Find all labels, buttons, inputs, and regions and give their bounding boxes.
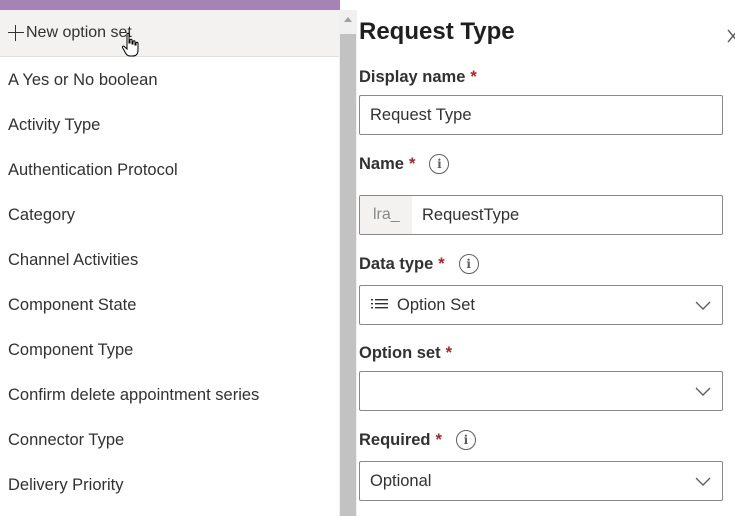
option-set-list: A Yes or No boolean Activity Type Authen… bbox=[0, 58, 338, 508]
new-option-set-label: New option set bbox=[26, 24, 132, 41]
required-value: Optional bbox=[370, 471, 432, 490]
option-set-dropdown[interactable] bbox=[359, 371, 723, 411]
column-properties-panel: Request Type Display name * Request Type… bbox=[357, 0, 735, 516]
scroll-up-arrow-icon[interactable] bbox=[339, 10, 357, 28]
list-item-label: Delivery Priority bbox=[8, 476, 124, 494]
list-item[interactable]: Channel Activities bbox=[0, 238, 338, 283]
list-item[interactable]: Category bbox=[0, 193, 338, 238]
list-icon bbox=[371, 299, 388, 309]
required-mark: * bbox=[438, 254, 445, 273]
list-item-label: A Yes or No boolean bbox=[8, 71, 158, 89]
chevron-down-icon bbox=[695, 301, 711, 310]
list-item-label: Authentication Protocol bbox=[8, 161, 178, 179]
list-item-label: Category bbox=[8, 206, 75, 224]
required-mark: * bbox=[408, 154, 416, 173]
required-mark: * bbox=[435, 430, 442, 449]
required-label: Required * i bbox=[359, 430, 476, 450]
plus-icon bbox=[6, 23, 26, 43]
info-icon[interactable]: i bbox=[455, 430, 476, 450]
list-item[interactable]: Connector Type bbox=[0, 418, 338, 463]
new-option-set-button[interactable]: New option set bbox=[0, 10, 340, 57]
chevron-down-icon bbox=[695, 477, 711, 486]
name-value: RequestType bbox=[422, 205, 520, 224]
info-icon[interactable]: i bbox=[458, 254, 479, 274]
chevron-down-icon bbox=[695, 387, 711, 396]
data-type-value: Option Set bbox=[397, 295, 475, 314]
list-item-label: Channel Activities bbox=[8, 251, 139, 269]
display-name-label-text: Display name bbox=[359, 68, 466, 86]
list-scrollbar[interactable] bbox=[339, 10, 357, 516]
required-label-text: Required bbox=[359, 430, 431, 449]
list-item[interactable]: Confirm delete appointment series bbox=[0, 373, 338, 418]
display-name-input[interactable]: Request Type bbox=[359, 95, 723, 135]
list-item-label: Activity Type bbox=[8, 116, 101, 134]
close-icon[interactable] bbox=[726, 28, 735, 44]
list-item[interactable]: Activity Type bbox=[0, 103, 338, 148]
data-type-label-text: Data type bbox=[359, 254, 434, 273]
hand-cursor-icon bbox=[121, 32, 139, 57]
scrollbar-thumb[interactable] bbox=[340, 34, 356, 516]
info-icon[interactable]: i bbox=[429, 154, 450, 174]
list-item[interactable]: Component State bbox=[0, 283, 338, 328]
list-item-label: Component Type bbox=[8, 341, 134, 359]
list-item[interactable]: Delivery Priority bbox=[0, 463, 338, 508]
list-item-label: Component State bbox=[8, 296, 137, 314]
list-item[interactable]: Component Type bbox=[0, 328, 338, 373]
list-item-label: Connector Type bbox=[8, 431, 125, 449]
name-input[interactable]: lra_ RequestType bbox=[359, 195, 723, 235]
accent-strip bbox=[0, 0, 340, 10]
required-mark: * bbox=[470, 68, 477, 86]
data-type-label: Data type * i bbox=[359, 254, 479, 274]
publisher-prefix: lra_ bbox=[360, 196, 412, 234]
list-item[interactable]: Authentication Protocol bbox=[0, 148, 338, 193]
required-dropdown[interactable]: Optional bbox=[359, 461, 723, 501]
name-label: Name * i bbox=[359, 154, 450, 174]
display-name-value: Request Type bbox=[370, 105, 472, 124]
option-set-label-text: Option set bbox=[359, 344, 441, 362]
panel-title: Request Type bbox=[359, 18, 515, 45]
required-mark: * bbox=[445, 344, 453, 362]
display-name-label: Display name * bbox=[359, 68, 477, 87]
list-item-label: Confirm delete appointment series bbox=[8, 386, 260, 404]
option-set-dropdown-list: New option set A Yes or No boolean Activ… bbox=[0, 0, 340, 516]
name-label-text: Name bbox=[359, 154, 404, 173]
data-type-dropdown[interactable]: Option Set bbox=[359, 285, 723, 325]
list-item[interactable]: A Yes or No boolean bbox=[0, 58, 338, 103]
option-set-label: Option set * bbox=[359, 344, 452, 363]
